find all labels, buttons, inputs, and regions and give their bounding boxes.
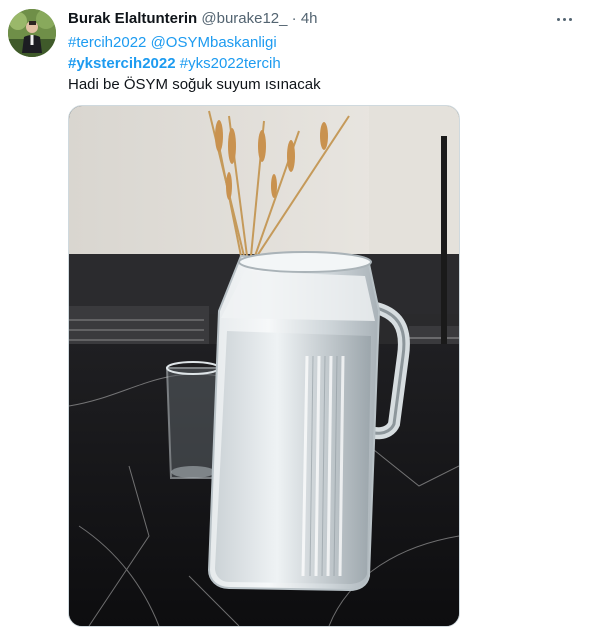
tweet-text-line-3: Hadi be ÖSYM soğuk suyum ısınacak [68,76,321,93]
tweet[interactable]: Burak Elaltunterin @burake12_ · 4h #terc… [0,0,592,640]
separator-dot: · [291,10,297,27]
tweet-photo[interactable] [68,105,460,627]
tweet-text-line-1: #tercih2022 @OSYMbaskanligi [68,32,568,53]
more-horizontal-icon [556,17,572,21]
author-handle[interactable]: @burake12_ [201,10,287,27]
avatar[interactable] [8,9,56,57]
author-name[interactable]: Burak Elaltunterin [68,10,197,27]
hashtag-yks2022tercih[interactable]: #yks2022tercih [180,55,281,72]
tweet-text-line-2: #ykstercih2022 #yks2022tercih [68,53,568,74]
hashtag-ykstercih2022[interactable]: #ykstercih2022 [68,55,176,72]
hashtag-tercih2022[interactable]: #tercih2022 [68,34,146,51]
avatar-image [8,9,56,57]
tweet-header: Burak Elaltunterin @burake12_ · 4h [68,10,318,30]
tweet-time[interactable]: 4h [301,10,318,27]
more-options-button[interactable] [550,8,578,30]
tweet-text: #tercih2022 @OSYMbaskanligi #ykstercih20… [68,32,568,95]
photo-water-jug [69,106,459,626]
mention-osymbaskanligi[interactable]: @OSYMbaskanligi [151,34,277,51]
